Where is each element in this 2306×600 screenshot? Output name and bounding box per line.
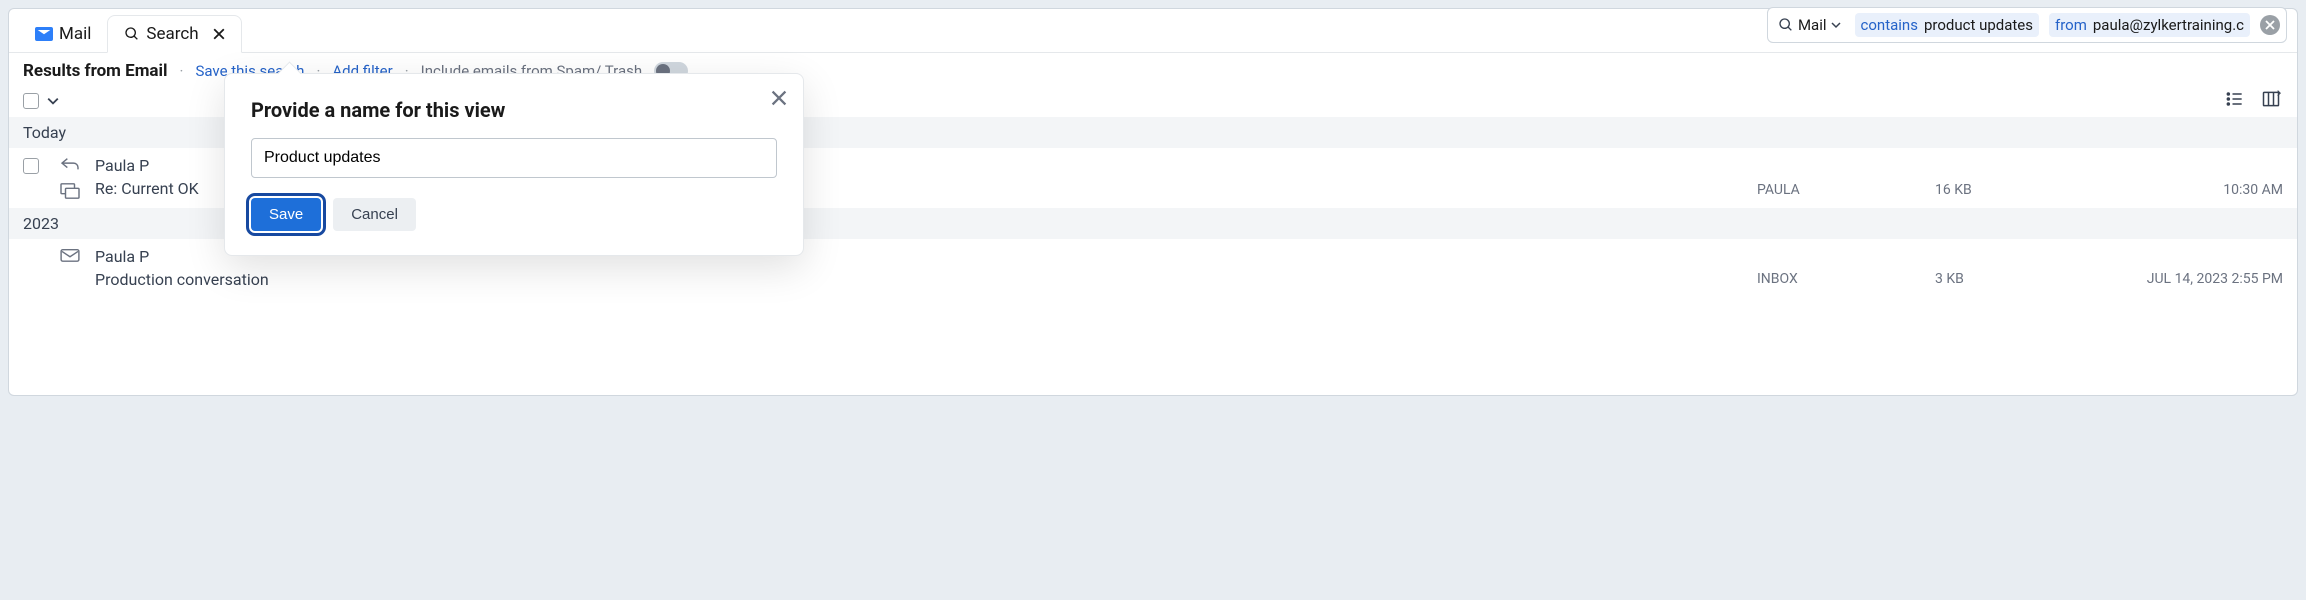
tab-search[interactable]: Search xyxy=(107,15,241,53)
email-folder: INBOX xyxy=(1757,271,1927,289)
email-size: 3 KB xyxy=(1935,271,2055,289)
modal-title: Provide a name for this view xyxy=(251,98,777,122)
select-all-checkbox[interactable] xyxy=(23,93,39,109)
chevron-down-icon[interactable] xyxy=(47,95,59,107)
search-scope-selector[interactable]: Mail xyxy=(1774,16,1845,34)
modal-close-button[interactable] xyxy=(771,90,787,106)
search-scope-label: Mail xyxy=(1798,16,1827,34)
email-time: 10:30 AM xyxy=(2063,182,2283,200)
close-icon xyxy=(771,90,787,106)
close-icon xyxy=(213,28,225,40)
separator: · xyxy=(180,62,184,80)
chip-key: from xyxy=(2055,16,2087,34)
search-chip-from[interactable]: from paula@zylkertraining.c xyxy=(2049,13,2250,37)
email-time: JUL 14, 2023 2:55 PM xyxy=(2063,271,2283,289)
chip-value: paula@zylkertraining.c xyxy=(2093,16,2244,34)
results-title: Results from Email xyxy=(23,61,168,81)
list-view-icon[interactable] xyxy=(2225,89,2245,109)
tab-close-button[interactable] xyxy=(213,28,225,40)
search-icon xyxy=(1778,17,1794,33)
chevron-down-icon xyxy=(1831,20,1841,30)
clear-search-button[interactable] xyxy=(2260,15,2280,35)
row-checkbox[interactable] xyxy=(23,158,39,174)
reply-forward-icon xyxy=(59,156,81,172)
search-bar[interactable]: Mail contains product updates from paula… xyxy=(1767,7,2287,43)
mail-icon xyxy=(35,27,53,41)
tab-search-label: Search xyxy=(146,24,198,44)
chip-value: product updates xyxy=(1924,16,2033,34)
conversation-icon xyxy=(59,182,81,200)
save-view-modal: Provide a name for this view Save Cancel xyxy=(224,73,804,256)
search-chip-contains[interactable]: contains product updates xyxy=(1855,13,2039,37)
save-button[interactable]: Save xyxy=(251,198,321,231)
email-folder: PAULA xyxy=(1757,182,1927,200)
tab-mail-label: Mail xyxy=(59,24,91,44)
column-settings-icon[interactable] xyxy=(2261,89,2281,109)
chip-key: contains xyxy=(1861,16,1918,34)
view-name-input[interactable] xyxy=(251,138,777,178)
close-icon xyxy=(2265,20,2275,30)
cancel-button[interactable]: Cancel xyxy=(333,198,416,231)
email-size: 16 KB xyxy=(1935,182,2055,200)
search-icon xyxy=(124,26,140,42)
tab-mail[interactable]: Mail xyxy=(19,16,107,52)
email-subject: Production conversation xyxy=(95,270,1749,289)
mail-outline-icon xyxy=(59,247,81,263)
